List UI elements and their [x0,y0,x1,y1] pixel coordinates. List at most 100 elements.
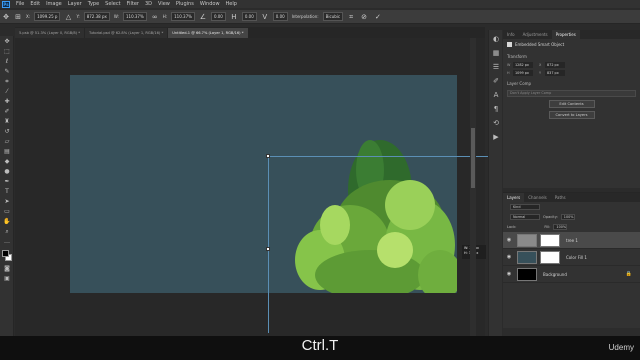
tab-paths[interactable]: Paths [551,193,570,202]
history-brush-icon[interactable]: ↺ [2,127,12,136]
menu-layer[interactable]: Layer [65,1,85,7]
layer-kind-filter[interactable]: Kind [510,204,540,210]
color-panel-icon[interactable]: ◐ [491,34,501,44]
cancel-transform-icon[interactable]: ⊘ [361,13,367,21]
menu-help[interactable]: Help [223,1,240,7]
transform-handle-left[interactable] [266,247,270,251]
quick-mask-icon[interactable]: ◙ [2,264,12,273]
scrollbar-thumb[interactable] [471,128,475,188]
menu-select[interactable]: Select [102,1,123,7]
blend-mode-select[interactable]: Normal [510,214,540,220]
tab-document-3[interactable]: Untitled-1 @ 66.7% (Layer 1, RGB/16) * [168,28,248,38]
libraries-panel-icon[interactable]: ☰ [491,62,501,72]
x-field[interactable]: 1099.25 p [34,12,61,21]
transform-handle-top-left[interactable] [266,154,270,158]
tab-info[interactable]: Info [503,30,519,39]
crop-icon[interactable]: ⌗ [2,77,12,86]
udemy-watermark: Udemy [608,343,634,352]
menu-filter[interactable]: Filter [124,1,142,7]
lasso-icon[interactable]: ℓ [2,57,12,66]
character-panel-icon[interactable]: A [491,90,501,100]
paragraph-panel-icon[interactable]: ¶ [491,104,501,114]
swatches-panel-icon[interactable]: ▦ [491,48,501,58]
tab-adjustments[interactable]: Adjustments [519,30,552,39]
relative-position-icon[interactable]: △ [64,13,72,21]
skew-h-field[interactable]: 0.00 [241,12,257,21]
menu-view[interactable]: View [155,1,173,7]
link-icon[interactable]: ∞ [151,13,159,21]
layer-name[interactable]: tree 1 [566,238,578,243]
menu-plugins[interactable]: Plugins [173,1,197,7]
transform-label: Transform [507,54,527,59]
move-icon[interactable]: ✥ [2,37,12,46]
menu-image[interactable]: Image [43,1,65,7]
document-workspace[interactable]: W: 36 px H: 32 px [15,38,498,336]
layer-row[interactable]: ◉ Background 🔒 [503,266,640,283]
skew-v-field[interactable]: 0.00 [272,12,288,21]
brush-icon[interactable]: ✐ [2,107,12,116]
marquee-icon[interactable]: ⬚ [2,47,12,56]
screen-mode-icon[interactable]: ▣ [2,274,12,283]
angle-icon: ∠ [199,12,207,21]
h-field[interactable]: 110.37% [171,12,195,21]
foreground-color-swatch[interactable] [2,250,9,257]
vertical-scrollbar[interactable] [470,38,476,336]
tab-layers[interactable]: Layers [503,193,525,202]
layer-name[interactable]: Color Fill 1 [566,255,587,260]
commit-transform-icon[interactable]: ✓ [375,13,381,21]
gradient-icon[interactable]: ▤ [2,147,12,156]
menu-edit[interactable]: Edit [27,1,43,7]
actions-panel-icon[interactable]: ▶ [491,132,501,142]
properties-y-field[interactable]: 837 px [545,70,565,76]
properties-h-field[interactable]: 1099 px [513,70,533,76]
quick-select-icon[interactable]: ✎ [2,67,12,76]
properties-w-field[interactable]: 1282 px [513,62,533,68]
edit-contents-button[interactable]: Edit Contents [548,100,595,108]
brush-settings-icon[interactable]: ✐ [491,76,501,86]
layer-mask-thumbnail[interactable] [540,233,560,247]
fill-field[interactable]: 100% [553,224,568,230]
eyedropper-icon[interactable]: ⁄ [2,87,12,96]
pen-icon[interactable]: ✒ [2,177,12,186]
history-panel-icon[interactable]: ⟲ [491,118,501,128]
transform-tool-icon[interactable]: ✥ [2,13,10,21]
menu-file[interactable]: File [13,1,27,7]
tab-document-2[interactable]: Tutorial.psd @ 62.8% (Layer 1, RGB/16) * [85,28,168,38]
blur-icon[interactable]: ◆ [2,157,12,166]
visibility-eye-icon[interactable]: ◉ [505,237,513,243]
warp-icon[interactable]: ⌗ [347,13,355,21]
healing-icon[interactable]: ✚ [2,97,12,106]
tab-document-1[interactable]: 5.psb @ 51.3% (Layer 0, RGB/8) * [15,28,85,38]
menu-3d[interactable]: 3D [142,1,155,7]
opacity-field[interactable]: 100% [560,214,575,220]
color-swatches[interactable] [0,249,14,263]
layer-comp-select[interactable]: Don't Apply Layer Comp [507,90,636,97]
layer-mask-thumbnail[interactable] [540,250,560,264]
rectangle-icon[interactable]: ▭ [2,207,12,216]
tools-panel: ✥ ⬚ ℓ ✎ ⌗ ⁄ ✚ ✐ ♜ ↺ ▱ ▤ ◆ ● ✒ T ➤ ▭ ✋ ⌕ … [0,36,14,336]
convert-to-layers-button[interactable]: Convert to Layers [548,111,595,119]
path-select-icon[interactable]: ➤ [2,197,12,206]
menu-type[interactable]: Type [85,1,102,7]
eraser-icon[interactable]: ▱ [2,137,12,146]
reference-point-icon[interactable]: ⊞ [14,13,22,21]
clone-stamp-icon[interactable]: ♜ [2,117,12,126]
dodge-icon[interactable]: ● [2,167,12,176]
interpolation-select[interactable]: Bicubic [322,12,344,21]
hand-icon[interactable]: ✋ [2,217,12,226]
visibility-eye-icon[interactable]: ◉ [505,271,513,277]
more-tools-icon[interactable]: … [2,237,12,246]
layer-row[interactable]: ◉ Color Fill 1 [503,249,640,266]
tab-properties[interactable]: Properties [551,30,580,39]
tab-channels[interactable]: Channels [524,193,551,202]
visibility-eye-icon[interactable]: ◉ [505,254,513,260]
type-icon[interactable]: T [2,187,12,196]
zoom-icon[interactable]: ⌕ [2,227,12,236]
layer-name[interactable]: Background [543,272,567,277]
y-field[interactable]: 872.38 px [83,12,110,21]
properties-x-field[interactable]: 872 px [545,62,565,68]
angle-field[interactable]: 0.00 [210,12,226,21]
menu-window[interactable]: Window [197,1,223,7]
layer-row[interactable]: ◉ tree 1 [503,232,640,249]
w-field[interactable]: 110.37% [122,12,147,21]
